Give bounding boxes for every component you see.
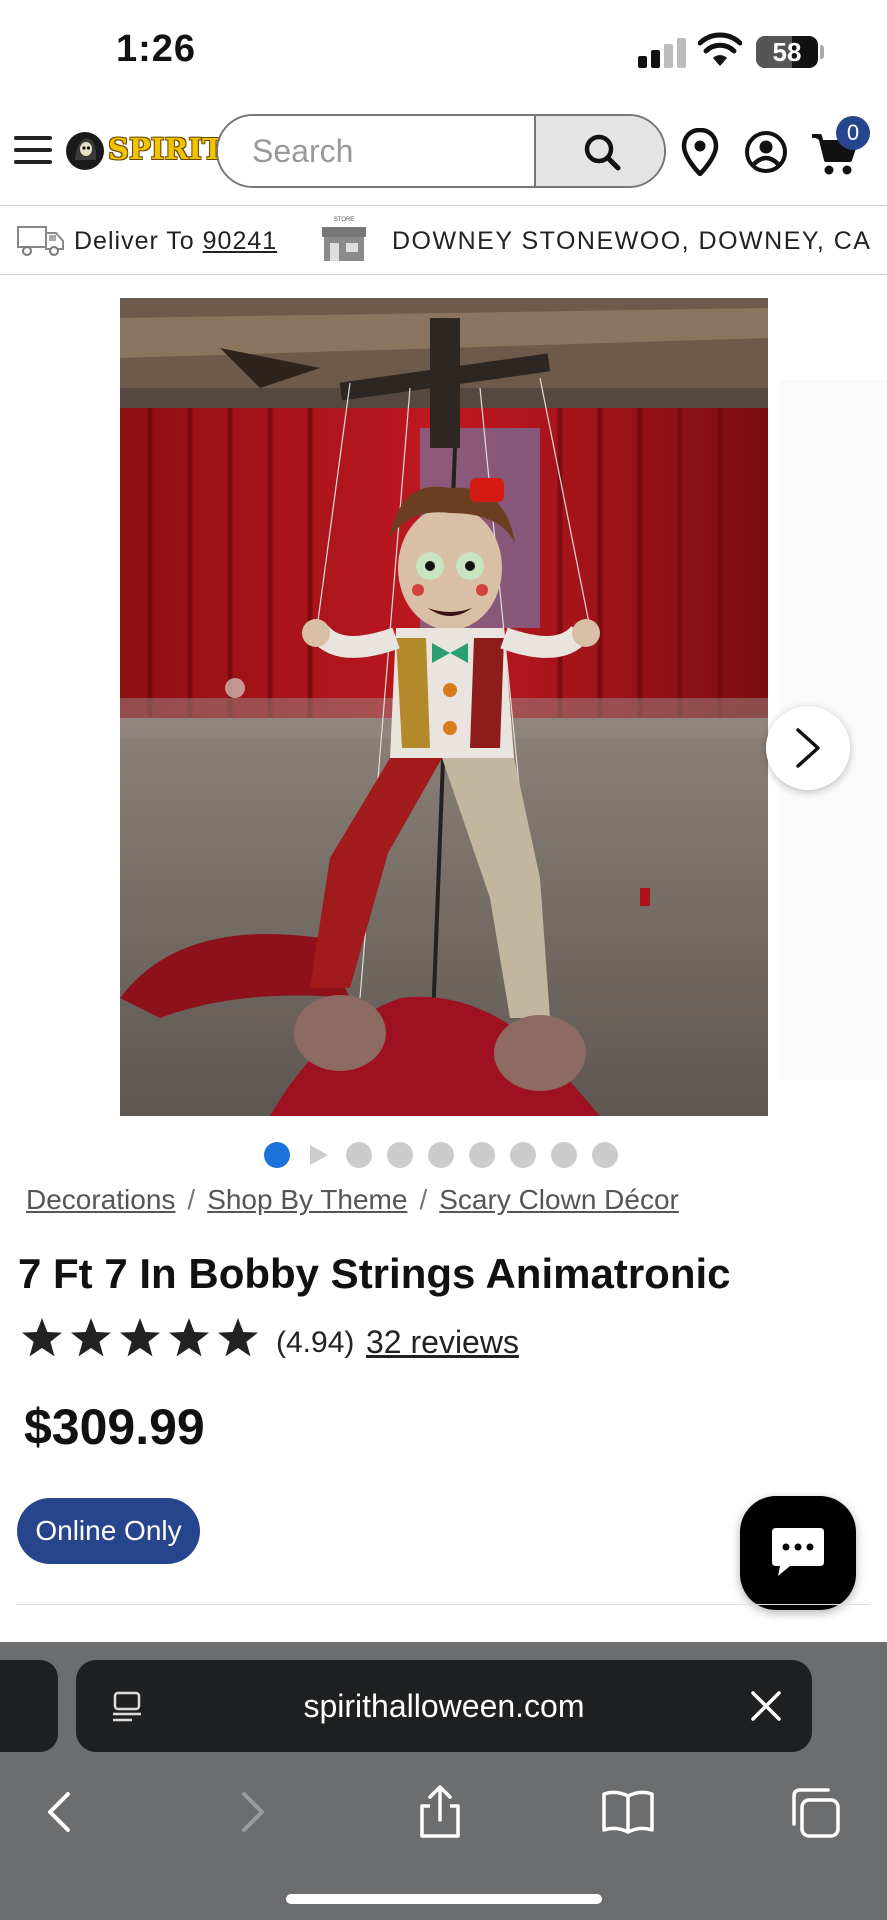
animatronic-photo bbox=[120, 298, 768, 1116]
image-pagination bbox=[264, 1142, 624, 1170]
tabs-icon[interactable] bbox=[786, 1782, 846, 1842]
search-icon bbox=[584, 134, 621, 171]
star-icon bbox=[120, 1318, 160, 1357]
product-title: 7 Ft 7 In Bobby Strings Animatronic bbox=[18, 1250, 731, 1297]
zip-code-link[interactable]: 90241 bbox=[203, 227, 278, 255]
wifi-icon bbox=[698, 32, 742, 66]
back-icon[interactable] bbox=[30, 1782, 90, 1842]
close-icon[interactable] bbox=[748, 1688, 784, 1724]
share-icon[interactable] bbox=[410, 1782, 470, 1842]
product-price: $309.99 bbox=[24, 1399, 205, 1455]
rating-value: (4.94) bbox=[276, 1326, 355, 1359]
store-icon: STORE bbox=[320, 217, 368, 263]
reviews-link[interactable]: 32 reviews bbox=[366, 1324, 519, 1361]
online-only-badge: Online Only bbox=[17, 1498, 200, 1564]
section-divider bbox=[16, 1604, 870, 1605]
previous-tab-preview[interactable] bbox=[0, 1660, 58, 1752]
search-button[interactable] bbox=[534, 116, 664, 186]
breadcrumb-separator: / bbox=[187, 1184, 196, 1215]
store-name[interactable]: DOWNEY STONEWOO, DOWNEY, CA bbox=[392, 227, 871, 256]
pagination-dot[interactable] bbox=[428, 1142, 454, 1168]
search-input[interactable] bbox=[218, 116, 534, 186]
home-indicator bbox=[286, 1894, 602, 1904]
account-icon[interactable] bbox=[744, 130, 788, 174]
cellular-signal-icon bbox=[638, 38, 686, 68]
logo-wordmark: SPIRIT bbox=[108, 132, 224, 166]
breadcrumb-separator: / bbox=[419, 1184, 428, 1215]
breadcrumb-scary-clown-decor[interactable]: Scary Clown Décor bbox=[439, 1184, 679, 1215]
site-header: SPIRIT bbox=[0, 100, 887, 206]
pagination-dot[interactable] bbox=[551, 1142, 577, 1168]
battery-cap bbox=[820, 45, 824, 59]
pagination-dot[interactable] bbox=[469, 1142, 495, 1168]
hamburger-menu-button[interactable] bbox=[14, 136, 54, 166]
pagination-dot[interactable] bbox=[264, 1142, 290, 1168]
breadcrumb-decorations[interactable]: Decorations bbox=[26, 1184, 175, 1215]
search-box bbox=[216, 114, 666, 188]
address-bar[interactable]: spirithalloween.com bbox=[76, 1660, 812, 1752]
store-icon-label: STORE bbox=[333, 217, 355, 223]
chat-bubble-icon bbox=[772, 1528, 824, 1576]
status-bar: 1:26 58 bbox=[0, 0, 887, 100]
breadcrumb-shop-by-theme[interactable]: Shop By Theme bbox=[207, 1184, 407, 1215]
cart-count-badge: 0 bbox=[836, 116, 870, 150]
pagination-dot[interactable] bbox=[510, 1142, 536, 1168]
battery-percentage: 58 bbox=[772, 37, 802, 67]
product-image[interactable] bbox=[120, 298, 768, 1116]
rating-row: (4.94) 32 reviews bbox=[20, 1316, 720, 1364]
chevron-right-icon bbox=[796, 728, 820, 768]
pagination-video-play-icon[interactable] bbox=[305, 1142, 331, 1168]
pagination-dot[interactable] bbox=[346, 1142, 372, 1168]
reaper-logo-icon bbox=[66, 132, 104, 170]
star-icon bbox=[71, 1318, 111, 1357]
deliver-to-text: Deliver To bbox=[74, 227, 203, 255]
battery-icon: 58 bbox=[756, 36, 818, 68]
spirit-logo[interactable]: SPIRIT bbox=[64, 126, 224, 176]
star-icon bbox=[218, 1318, 258, 1357]
star-icon bbox=[169, 1318, 209, 1357]
truck-icon bbox=[17, 226, 64, 256]
bookmarks-icon[interactable] bbox=[598, 1782, 658, 1842]
url-text: spirithalloween.com bbox=[303, 1688, 585, 1724]
location-pin-icon[interactable] bbox=[680, 128, 720, 176]
pagination-dot[interactable] bbox=[387, 1142, 413, 1168]
star-icon bbox=[22, 1318, 62, 1357]
next-image-button[interactable] bbox=[766, 706, 850, 790]
browser-toolbar: spirithalloween.com bbox=[0, 1642, 887, 1920]
delivery-bar[interactable]: Deliver To 90241 STORE DOWNEY STONEWOO, … bbox=[0, 207, 887, 275]
chat-button[interactable] bbox=[740, 1496, 856, 1610]
status-time: 1:26 bbox=[116, 28, 197, 70]
forward-icon[interactable] bbox=[222, 1782, 282, 1842]
breadcrumb: Decorations / Shop By Theme / Scary Clown Dé… bbox=[26, 1184, 679, 1216]
pagination-dot[interactable] bbox=[592, 1142, 618, 1168]
deliver-to-label: Deliver To 90241 bbox=[74, 227, 277, 256]
